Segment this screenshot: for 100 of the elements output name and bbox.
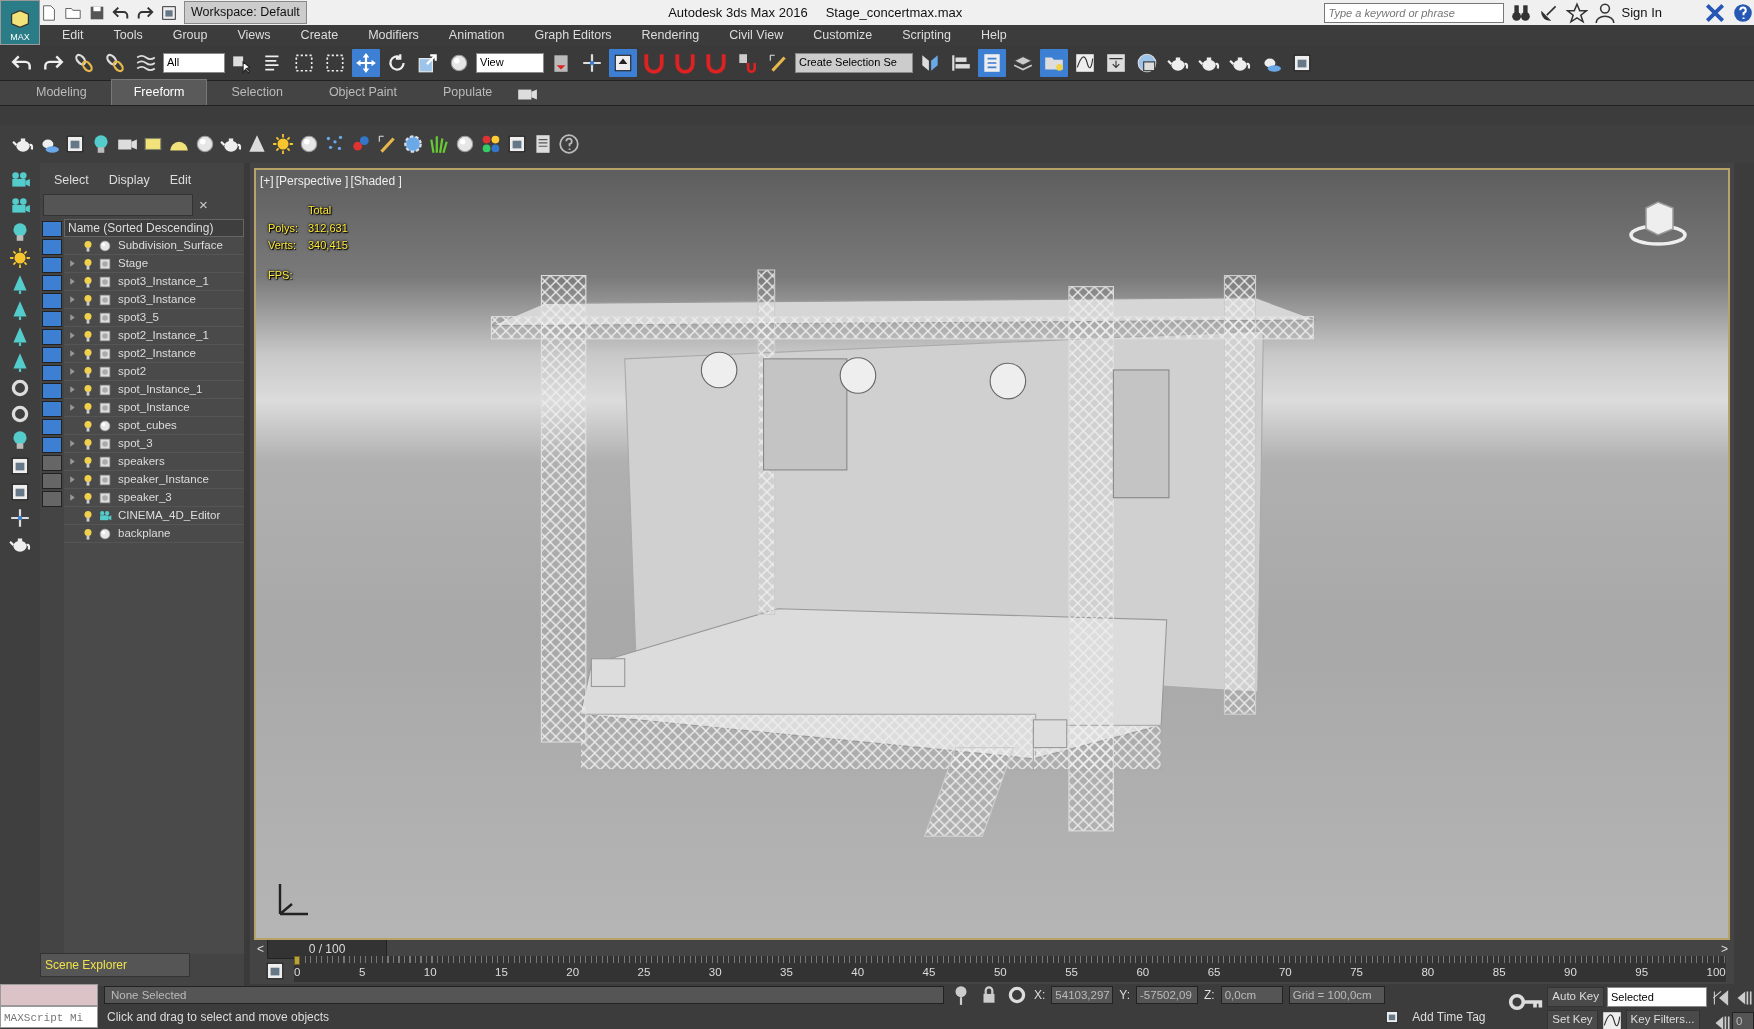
filter-toggle-button[interactable] [42, 347, 62, 364]
viewport-label[interactable]: [Perspective ] [275, 172, 349, 190]
key-filters-button[interactable]: Key Filters... [1625, 1010, 1700, 1029]
menu-item[interactable]: Animation [448, 25, 505, 45]
timeline-previous-button[interactable]: < [254, 940, 267, 958]
filter-toggle-button[interactable] [42, 239, 62, 256]
ribbon-tab[interactable]: Populate [420, 80, 515, 105]
sphere-icon[interactable] [454, 133, 476, 155]
selection-filter-dropdown[interactable]: All [163, 52, 225, 73]
scene-object-name[interactable]: spot_cubes [118, 417, 177, 435]
filter-toggle-button[interactable] [42, 419, 62, 436]
expand-arrow-icon[interactable] [68, 403, 77, 413]
star-icon[interactable] [1565, 1, 1588, 24]
menu-item[interactable]: Help [980, 25, 1007, 45]
coordinate-field[interactable]: -57502,09 [1136, 986, 1199, 1004]
coordinate-field[interactable]: 54103,297 [1051, 986, 1114, 1004]
menu-item[interactable]: Modifiers [368, 25, 419, 45]
ring-icon[interactable] [1006, 984, 1028, 1006]
scene-object-name[interactable]: Stage [118, 255, 149, 273]
expand-arrow-icon[interactable] [68, 439, 77, 449]
expand-arrow-icon[interactable] [68, 457, 77, 467]
coordinate-field[interactable]: 0,0cm [1220, 986, 1283, 1004]
frame-icon[interactable] [506, 133, 528, 155]
expand-arrow-icon[interactable] [68, 313, 77, 323]
expand-arrow-icon[interactable] [68, 349, 77, 359]
curve-icon[interactable] [1600, 1010, 1623, 1029]
filter-toggle-button[interactable] [42, 491, 62, 508]
clear-filter-button[interactable]: × [199, 193, 208, 217]
scene-object-name[interactable]: spot2 [118, 363, 147, 381]
sphere-icon[interactable] [194, 133, 216, 155]
sign-in-link[interactable]: Sign In [1621, 2, 1662, 23]
sun-icon[interactable] [272, 133, 294, 155]
menu-item[interactable]: Edit [62, 25, 84, 45]
scene-object-name[interactable]: spot_Instance [118, 399, 190, 417]
explorer-menu-item[interactable]: Select [54, 171, 89, 190]
ring-icon[interactable] [9, 403, 31, 425]
column-header[interactable]: Name (Sorted Descending) [64, 219, 244, 238]
listener-input-field[interactable]: MAXScript Mi [0, 1006, 98, 1028]
menu-item[interactable]: Rendering [641, 25, 700, 45]
menu-item[interactable]: Scripting [902, 25, 951, 45]
expand-arrow-icon[interactable] [68, 475, 77, 485]
frame-icon[interactable] [264, 960, 286, 982]
explorer-menu-item[interactable]: Edit [169, 171, 192, 190]
expand-arrow-icon[interactable] [68, 295, 77, 305]
ribbon-tab[interactable]: Modeling [14, 80, 109, 105]
scene-object-name[interactable]: Subdivision_Surface [118, 237, 223, 255]
explorer-menu-item[interactable]: Display [108, 171, 150, 190]
search-field[interactable]: Type a keyword or phrase [1323, 2, 1504, 23]
workspace-dropdown[interactable]: Workspace: Default [184, 1, 307, 24]
frame-icon[interactable] [64, 133, 86, 155]
scene-object-name[interactable]: speaker_3 [118, 489, 172, 507]
filter-toggle-button[interactable] [42, 473, 62, 490]
viewport-label[interactable]: [Shaded ] [350, 172, 402, 190]
scene-object-name[interactable]: spot_Instance_1 [118, 381, 203, 399]
user-icon[interactable] [1593, 1, 1616, 24]
menu-item[interactable]: Civil View [729, 25, 784, 45]
ribbon-tab[interactable]: Object Paint [306, 80, 419, 105]
filter-toggle-button[interactable] [42, 365, 62, 382]
crosshair-icon[interactable] [9, 507, 31, 529]
help-icon[interactable] [1732, 1, 1754, 24]
scene-object-name[interactable]: spot3_Instance [118, 291, 196, 309]
color-dots-icon[interactable] [480, 133, 502, 155]
key-mode-dropdown[interactable]: Selected [1607, 987, 1707, 1007]
expand-arrow-icon[interactable] [68, 277, 77, 287]
frame-field[interactable]: 0 [1732, 1012, 1754, 1029]
menu-item[interactable]: Views [237, 25, 271, 45]
expand-arrow-icon[interactable] [68, 367, 77, 377]
grass-icon[interactable] [428, 133, 450, 155]
sphere-icon[interactable] [298, 133, 320, 155]
expand-arrow-icon[interactable] [68, 385, 77, 395]
ring-icon[interactable] [9, 377, 31, 399]
filter-toggle-button[interactable] [42, 221, 62, 238]
gear-icon[interactable] [402, 133, 424, 155]
menu-item[interactable]: Tools [113, 25, 143, 45]
filter-toggle-button[interactable] [42, 311, 62, 328]
cone-icon[interactable] [246, 133, 268, 155]
scene-object-name[interactable]: CINEMA_4D_Editor [118, 507, 221, 525]
filter-toggle-button[interactable] [42, 383, 62, 400]
scene-object-name[interactable]: spot2_Instance_1 [118, 327, 209, 345]
scene-object-name[interactable]: spot3_5 [118, 309, 159, 327]
scene-object-name[interactable]: speaker_Instance [118, 471, 209, 489]
expand-arrow-icon[interactable] [68, 493, 77, 503]
x-logo-icon[interactable] [1704, 1, 1726, 24]
expand-arrow-icon[interactable] [68, 331, 77, 341]
scene-object-name[interactable]: spot3_Instance_1 [118, 273, 209, 291]
name-filter-field[interactable] [43, 194, 193, 216]
sun-icon[interactable] [9, 247, 31, 269]
filter-toggle-button[interactable] [42, 437, 62, 454]
menu-item[interactable]: Create [300, 25, 339, 45]
timeline-track[interactable]: 0 5 10 15 20 25 30 35 40 45 50 55 60 65 70 75 80 85 90 95 100 [294, 956, 1726, 982]
filter-toggle-button[interactable] [42, 455, 62, 472]
filter-toggle-button[interactable] [42, 401, 62, 418]
timeline-next-button[interactable]: > [1715, 940, 1734, 958]
frame-icon[interactable] [9, 481, 31, 503]
ribbon-tab[interactable]: Freeform [110, 79, 208, 105]
filter-toggle-button[interactable] [42, 275, 62, 292]
expand-arrow-icon[interactable] [68, 259, 77, 269]
menu-item[interactable]: Customize [813, 25, 873, 45]
upload-button[interactable] [609, 48, 637, 77]
frame-icon[interactable] [9, 455, 31, 477]
